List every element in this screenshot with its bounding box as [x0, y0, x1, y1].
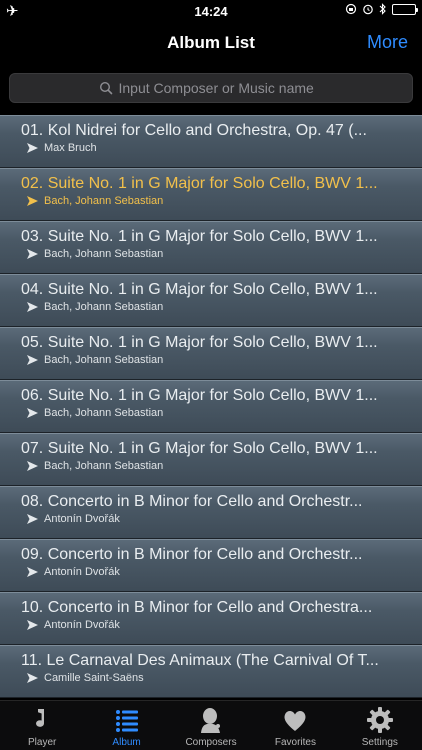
- album-list[interactable]: 01. Kol Nidrei for Cello and Orchestra, …: [0, 115, 422, 700]
- album-composer: Antonín Dvořák: [27, 566, 120, 578]
- page-title: Album List: [167, 33, 255, 52]
- album-row[interactable]: 11. Le Carnaval Des Animaux (The Carniva…: [0, 645, 422, 698]
- album-composer: Bach, Johann Sebastian: [27, 301, 163, 313]
- album-title: 09. Concerto in B Minor for Cello and Or…: [21, 546, 363, 563]
- tab-label: Settings: [361, 737, 398, 748]
- album-composer: Bach, Johann Sebastian: [27, 354, 163, 366]
- composer-name: Bach, Johann Sebastian: [44, 354, 164, 366]
- album-title: 06. Suite No. 1 in G Major for Solo Cell…: [21, 387, 378, 404]
- tab-album[interactable]: Album: [84, 701, 168, 750]
- play-arrow-icon: [27, 249, 38, 259]
- search-field[interactable]: [9, 73, 413, 103]
- play-arrow-icon: [27, 673, 38, 683]
- tab-label: Album: [112, 737, 141, 748]
- album-composer: Bach, Johann Sebastian: [27, 407, 163, 419]
- album-title: 04. Suite No. 1 in G Major for Solo Cell…: [21, 281, 378, 298]
- tab-settings[interactable]: Settings: [338, 701, 422, 750]
- play-arrow-icon: [27, 567, 38, 577]
- album-title: 11. Le Carnaval Des Animaux (The Carniva…: [21, 652, 379, 669]
- status-bar: ✈ 14:24: [0, 0, 422, 22]
- orientation-lock-icon: [345, 3, 357, 15]
- bluetooth-icon: [379, 3, 386, 15]
- more-button[interactable]: More: [367, 32, 408, 53]
- gear-icon: [366, 707, 393, 733]
- tab-composers[interactable]: Composers: [169, 701, 253, 750]
- search-bar: [0, 70, 422, 106]
- album-row[interactable]: 04. Suite No. 1 in G Major for Solo Cell…: [0, 274, 422, 327]
- album-title: 01. Kol Nidrei for Cello and Orchestra, …: [21, 122, 367, 139]
- album-title: 02. Suite No. 1 in G Major for Solo Cell…: [21, 175, 378, 192]
- album-composer: Antonín Dvořák: [27, 619, 120, 631]
- heart-icon: [284, 710, 306, 731]
- composer-name: Camille Saint-Saëns: [44, 672, 144, 684]
- tab-bar: Player Album Composers Favorites Settings: [0, 700, 422, 750]
- album-title: 08. Concerto in B Minor for Cello and Or…: [21, 493, 363, 510]
- album-composer: Bach, Johann Sebastian: [27, 460, 163, 472]
- tab-favorites[interactable]: Favorites: [253, 701, 337, 750]
- tab-label: Favorites: [274, 737, 316, 748]
- composer-name: Max Bruch: [44, 142, 97, 154]
- search-icon: [99, 81, 112, 95]
- play-arrow-icon: [27, 461, 38, 471]
- status-right: [345, 3, 418, 15]
- album-composer: Bach, Johann Sebastian: [27, 248, 163, 260]
- album-composer: Max Bruch: [27, 142, 97, 154]
- composer-name: Antonín Dvořák: [44, 513, 120, 525]
- play-arrow-icon: [27, 620, 38, 630]
- composer-name: Bach, Johann Sebastian: [44, 460, 164, 472]
- search-input[interactable]: [118, 80, 324, 96]
- album-row[interactable]: 05. Suite No. 1 in G Major for Solo Cell…: [0, 327, 422, 380]
- album-row[interactable]: 09. Concerto in B Minor for Cello and Or…: [0, 539, 422, 592]
- screen: ✈ 14:24 Album List More Input Composer o…: [0, 0, 422, 750]
- nav-bar: Album List More: [0, 22, 422, 66]
- play-arrow-icon: [27, 408, 38, 418]
- album-composer: Antonín Dvořák: [27, 513, 120, 525]
- battery-icon: [392, 3, 418, 15]
- composer-name: Antonín Dvořák: [44, 619, 120, 631]
- album-title: 05. Suite No. 1 in G Major for Solo Cell…: [21, 334, 378, 351]
- composer-bust-icon: [201, 708, 221, 733]
- composer-name: Bach, Johann Sebastian: [44, 195, 164, 207]
- play-arrow-icon: [27, 196, 38, 206]
- album-row[interactable]: 10. Concerto in B Minor for Cello and Or…: [0, 592, 422, 645]
- composer-name: Bach, Johann Sebastian: [44, 248, 164, 260]
- album-row[interactable]: 02. Suite No. 1 in G Major for Solo Cell…: [0, 168, 422, 221]
- album-composer: Camille Saint-Saëns: [27, 672, 144, 684]
- album-row[interactable]: 08. Concerto in B Minor for Cello and Or…: [0, 486, 422, 539]
- tab-label: Player: [28, 737, 57, 748]
- album-title: 07. Suite No. 1 in G Major for Solo Cell…: [21, 440, 378, 457]
- play-arrow-icon: [27, 302, 38, 312]
- album-row[interactable]: 07. Suite No. 1 in G Major for Solo Cell…: [0, 433, 422, 486]
- album-composer: Bach, Johann Sebastian: [27, 195, 163, 207]
- play-arrow-icon: [27, 355, 38, 365]
- play-arrow-icon: [27, 143, 38, 153]
- alarm-icon: [363, 4, 373, 15]
- play-arrow-icon: [27, 514, 38, 524]
- album-row[interactable]: 01. Kol Nidrei for Cello and Orchestra, …: [0, 115, 422, 168]
- composer-name: Bach, Johann Sebastian: [44, 407, 164, 419]
- composer-name: Bach, Johann Sebastian: [44, 301, 164, 313]
- list-icon: [115, 710, 138, 732]
- tab-player[interactable]: Player: [0, 701, 84, 750]
- album-title: 03. Suite No. 1 in G Major for Solo Cell…: [21, 228, 378, 245]
- composer-name: Antonín Dvořák: [44, 566, 120, 578]
- album-row[interactable]: 03. Suite No. 1 in G Major for Solo Cell…: [0, 221, 422, 274]
- tab-label: Composers: [185, 737, 237, 748]
- album-row[interactable]: 06. Suite No. 1 in G Major for Solo Cell…: [0, 380, 422, 433]
- album-title: 10. Concerto in B Minor for Cello and Or…: [21, 599, 373, 616]
- music-note-icon: [36, 709, 45, 727]
